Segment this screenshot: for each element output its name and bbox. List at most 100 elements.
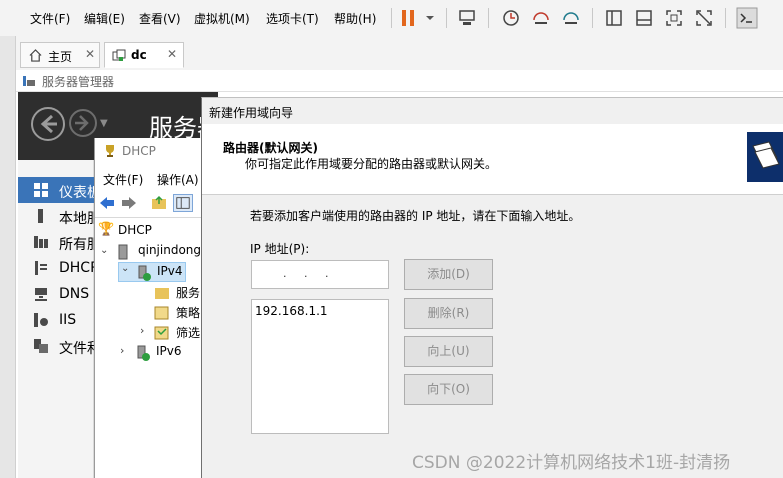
sidebar-item-dhcp[interactable]: DHCP: [18, 255, 99, 281]
iis-role-icon: [34, 313, 48, 327]
vm-icon: [112, 49, 126, 61]
dhcp-role-icon: [35, 261, 47, 275]
wizard-subheading: 你可指定此作用域要分配的路由器或默认网关。: [245, 157, 498, 171]
dhcp-toolbar: [95, 190, 205, 218]
wizard-folder-icon: [747, 132, 783, 182]
chevron-right-icon[interactable]: ›: [140, 324, 144, 337]
tab-dc-label: dc: [131, 48, 147, 62]
tab-dc[interactable]: dc ✕: [104, 42, 184, 68]
revert-snapshot-icon[interactable]: [531, 8, 551, 28]
move-down-button[interactable]: 向下(O): [404, 374, 493, 405]
menu-help[interactable]: 帮助(H): [334, 10, 376, 27]
sidebar-item-local-server[interactable]: 本地服: [18, 203, 101, 229]
router-list[interactable]: 192.168.1.1: [251, 299, 389, 434]
sidebar-item-iis[interactable]: IIS: [18, 307, 94, 333]
server-icon: [118, 244, 128, 260]
sidebar-item-dashboard[interactable]: 仪表板: [18, 177, 101, 203]
remove-button[interactable]: 删除(R): [404, 298, 493, 329]
tree-label: IPv4: [157, 264, 183, 278]
chevron-down-icon[interactable]: ⌄: [100, 245, 108, 256]
console-view-icon[interactable]: [736, 7, 758, 29]
tree-label: 策略: [176, 306, 201, 320]
toolbar-separator: [488, 8, 489, 28]
list-item[interactable]: 192.168.1.1: [255, 304, 328, 318]
tree-label: IPv6: [156, 344, 182, 358]
filter-icon: [154, 326, 169, 340]
ip-address-input[interactable]: . . .: [251, 260, 389, 289]
menu-vm[interactable]: 虚拟机(M): [194, 10, 250, 27]
watermark: CSDN @2022计算机网络技术1班-封清扬: [412, 453, 731, 473]
tab-home-label: 主页: [48, 50, 73, 64]
toolbar-separator: [391, 8, 392, 28]
snapshot-manager-icon[interactable]: [561, 8, 581, 28]
chevron-right-icon[interactable]: ›: [120, 344, 124, 357]
server-manager-icon: [23, 76, 35, 86]
wizard-header: 路由器(默认网关) 你可指定此作用域要分配的路由器或默认网关。: [202, 124, 783, 195]
tree-dhcp-root[interactable]: 🏆 DHCP: [98, 222, 152, 242]
tree-ipv6[interactable]: › IPv6: [120, 343, 182, 363]
thumbnail-bar-icon[interactable]: [634, 8, 654, 28]
up-folder-icon[interactable]: [151, 195, 167, 211]
menu-tabs[interactable]: 选项卡(T): [266, 10, 319, 27]
server-manager-title: 服务器管理器: [42, 75, 115, 89]
vmware-left-strip: [0, 0, 16, 478]
wizard-instruction: 若要添加客户端使用的路由器的 IP 地址，请在下面输入地址。: [250, 209, 581, 223]
tab-home[interactable]: 主页 ✕: [20, 42, 100, 68]
policy-icon: [154, 306, 169, 320]
arrow-left-icon[interactable]: [99, 196, 115, 210]
ip-address-input-value: . . .: [283, 267, 329, 280]
dashboard-icon: [34, 183, 48, 197]
chevron-down-icon[interactable]: [420, 8, 440, 28]
home-icon: [29, 49, 42, 62]
dhcp-menu-action[interactable]: 操作(A): [157, 171, 199, 188]
chevron-down-icon[interactable]: ▼: [100, 118, 108, 129]
vm-tab-bar: 主页 ✕ dc ✕: [16, 38, 783, 70]
vmware-menubar: 文件(F) 编辑(E) 查看(V) 虚拟机(M) 选项卡(T) 帮助(H): [0, 0, 783, 36]
tree-ipv4[interactable]: ⌄ IPv4: [118, 262, 186, 282]
tree-label: 服务: [176, 286, 201, 300]
menu-edit[interactable]: 编辑(E): [84, 10, 125, 27]
local-server-icon: [38, 209, 43, 223]
wizard-heading: 路由器(默认网关): [223, 141, 318, 155]
chevron-down-icon[interactable]: ⌄: [121, 263, 129, 274]
toolbar-separator: [446, 8, 447, 28]
fullscreen-icon[interactable]: [664, 8, 684, 28]
unity-mode-icon[interactable]: [694, 8, 714, 28]
menu-file[interactable]: 文件(F): [30, 10, 70, 27]
tree-label: qinjindong: [138, 243, 202, 257]
snapshot-icon[interactable]: [501, 8, 521, 28]
sidebar-item-label: DNS: [59, 286, 90, 302]
wizard-title: 新建作用域向导: [209, 106, 294, 120]
dhcp-trophy-icon: [106, 145, 114, 157]
ip-address-label: IP 地址(P):: [250, 242, 310, 256]
back-icon[interactable]: [30, 106, 66, 142]
dhcp-menu-file[interactable]: 文件(F): [103, 171, 143, 188]
sidebar-item-dns[interactable]: DNS: [18, 281, 94, 307]
show-sidebar-icon[interactable]: [604, 8, 624, 28]
send-keys-icon[interactable]: [457, 8, 477, 28]
sidebar-item-label: DHCP: [59, 260, 99, 276]
dhcp-console-title: DHCP: [122, 144, 156, 158]
tree-label: 筛选: [176, 326, 201, 340]
toolbar-separator: [725, 8, 726, 28]
folder-icon: [155, 288, 169, 299]
close-icon[interactable]: ✕: [85, 47, 95, 61]
forward-icon[interactable]: [68, 108, 98, 138]
arrow-right-icon[interactable]: [121, 196, 137, 210]
dhcp-console-titlebar: DHCP: [95, 138, 205, 166]
add-button[interactable]: 添加(D): [404, 259, 493, 290]
toolbar-separator: [592, 8, 593, 28]
menu-view[interactable]: 查看(V): [139, 10, 181, 27]
pause-icon[interactable]: [398, 8, 418, 28]
move-up-button[interactable]: 向上(U): [404, 336, 493, 367]
sidebar-item-file-services[interactable]: 文件和: [18, 333, 101, 359]
ipv4-icon: [138, 265, 151, 281]
close-icon[interactable]: ✕: [167, 47, 177, 61]
tree-label: DHCP: [118, 223, 152, 237]
sidebar-item-all-servers[interactable]: 所有服: [18, 229, 101, 255]
tree-server[interactable]: ⌄ qinjindong: [100, 242, 201, 262]
dns-role-icon: [35, 288, 47, 301]
server-manager-titlebar: 服务器管理器: [16, 70, 783, 92]
tree-filters[interactable]: › 筛选: [140, 323, 200, 343]
show-hide-tree-icon[interactable]: [173, 194, 193, 212]
